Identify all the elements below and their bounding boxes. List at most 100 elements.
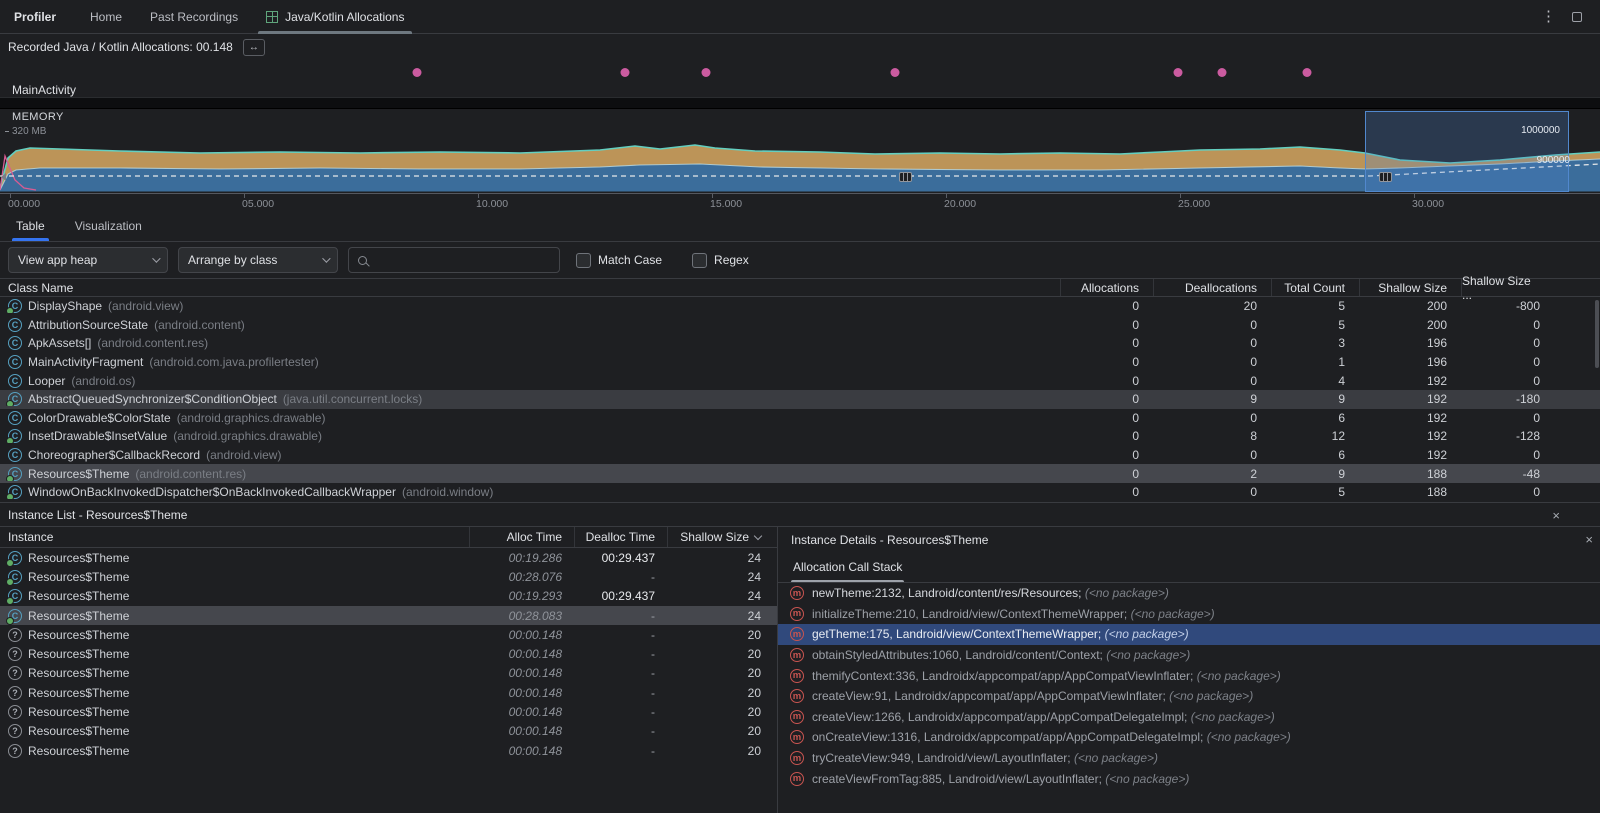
class-table-row[interactable]: WindowOnBackInvokedDispatcher$OnBackInvo… — [0, 483, 1600, 502]
instance-row[interactable]: Resources$Theme00:00.148-20 — [0, 625, 777, 644]
tab-visualization[interactable]: Visualization — [71, 210, 146, 241]
instance-row[interactable]: Resources$Theme00:28.076-24 — [0, 567, 777, 586]
call-stack-frame[interactable]: onCreateView:1316, Landroidx/appcompat/a… — [778, 727, 1600, 748]
tab-past-recordings[interactable]: Past Recordings — [136, 0, 252, 34]
allocation-event-dot[interactable] — [702, 68, 711, 77]
timeline-handle[interactable] — [1379, 172, 1392, 182]
call-stack-frame[interactable]: createView:1266, Landroidx/appcompat/app… — [778, 707, 1600, 728]
class-table-row[interactable]: Resources$Theme(android.content.res)0291… — [0, 464, 1600, 483]
instance-row[interactable]: Resources$Theme00:00.148-20 — [0, 702, 777, 721]
class-table-row[interactable]: ColorDrawable$ColorState(android.graphic… — [0, 409, 1600, 428]
column-total-count[interactable]: Total Count — [1271, 279, 1359, 296]
instance-name: Resources$Theme — [28, 744, 129, 758]
frame-text: onCreateView:1316, Landroidx/appcompat/a… — [812, 730, 1291, 744]
pan-left-icon[interactable] — [1, 173, 6, 181]
regex-label[interactable]: Regex — [714, 253, 749, 267]
regex-checkbox[interactable] — [692, 253, 707, 268]
column-instance[interactable]: Instance — [0, 530, 469, 544]
instance-row[interactable]: Resources$Theme00:00.148-20 — [0, 664, 777, 683]
shallow-size-value: 192 — [1359, 448, 1461, 462]
tab-allocation-call-stack[interactable]: Allocation Call Stack — [791, 552, 904, 582]
instance-row[interactable]: Resources$Theme00:28.083-24 — [0, 606, 777, 625]
instance-name: Resources$Theme — [28, 647, 129, 661]
class-table-row[interactable]: AbstractQueuedSynchronizer$ConditionObje… — [0, 390, 1600, 409]
instance-row[interactable]: Resources$Theme00:19.28600:29.43724 — [0, 548, 777, 567]
shallow-size-delta-value: 0 — [1461, 411, 1600, 425]
match-case-label[interactable]: Match Case — [598, 253, 662, 267]
sort-descending-icon — [754, 531, 762, 539]
tab-java-kotlin-allocations[interactable]: Java/Kotlin Allocations — [252, 0, 418, 34]
search-field[interactable] — [348, 247, 560, 273]
top-bar: Profiler Home Past Recordings Java/Kotli… — [0, 0, 1600, 34]
allocations-value: 0 — [1060, 429, 1153, 443]
call-stack-frame[interactable]: obtainStyledAttributes:1060, Landroid/co… — [778, 645, 1600, 666]
allocation-event-dot[interactable] — [1303, 68, 1312, 77]
memory-chart-svg[interactable] — [0, 140, 1600, 193]
call-stack-frame[interactable]: createViewFromTag:885, Landroid/view/Lay… — [778, 768, 1600, 789]
close-icon[interactable]: × — [1585, 533, 1593, 546]
instance-row[interactable]: Resources$Theme00:00.148-20 — [0, 683, 777, 702]
call-stack-frame[interactable]: initializeTheme:210, Landroid/view/Conte… — [778, 604, 1600, 625]
class-icon — [8, 411, 22, 425]
class-table-row[interactable]: MainActivityFragment(android.com.java.pr… — [0, 353, 1600, 372]
heap-select[interactable]: View app heap — [8, 247, 168, 273]
column-deallocations[interactable]: Deallocations — [1153, 279, 1271, 296]
deallocations-value: 0 — [1153, 448, 1271, 462]
call-stack-frame[interactable]: createView:91, Landroidx/appcompat/app/A… — [778, 686, 1600, 707]
chevron-down-icon — [152, 254, 160, 262]
method-icon — [790, 772, 804, 786]
call-stack-frame[interactable]: getTheme:175, Landroid/view/ContextTheme… — [778, 624, 1600, 645]
class-table-row[interactable]: Choreographer$CallbackRecord(android.vie… — [0, 446, 1600, 465]
close-icon[interactable]: × — [1552, 509, 1560, 522]
dealloc-time-value: - — [574, 570, 667, 584]
class-table-row[interactable]: ApkAssets[](android.content.res)0031960 — [0, 334, 1600, 353]
class-name-cell: AbstractQueuedSynchronizer$ConditionObje… — [0, 392, 1060, 406]
allocation-event-dot[interactable] — [891, 68, 900, 77]
class-table-row[interactable]: DisplayShape(android.view)0205200-800 — [0, 297, 1600, 316]
call-stack-frame[interactable]: newTheme:2132, Landroid/content/res/Reso… — [778, 583, 1600, 604]
allocation-event-dot[interactable] — [1174, 68, 1183, 77]
column-shallow-size-delta[interactable]: Shallow Size ... — [1461, 279, 1600, 296]
instance-name: Resources$Theme — [28, 628, 129, 642]
activity-lifecycle-bar[interactable] — [0, 97, 1600, 109]
column-shallow-size[interactable]: Shallow Size — [1359, 279, 1461, 296]
instance-row[interactable]: Resources$Theme00:19.29300:29.43724 — [0, 587, 777, 606]
allocation-event-dot[interactable] — [1218, 68, 1227, 77]
tab-table[interactable]: Table — [12, 210, 49, 241]
timeline-handle[interactable] — [899, 172, 912, 182]
instance-row[interactable]: Resources$Theme00:00.148-20 — [0, 722, 777, 741]
window-mode-icon[interactable] — [1572, 12, 1582, 22]
deallocations-value: 0 — [1153, 355, 1271, 369]
call-stack-frame[interactable]: tryCreateView:949, Landroid/view/LayoutI… — [778, 748, 1600, 769]
tab-home[interactable]: Home — [76, 0, 136, 34]
column-allocations[interactable]: Allocations — [1060, 279, 1153, 296]
class-table-row[interactable]: InsetDrawable$InsetValue(android.graphic… — [0, 427, 1600, 446]
zoom-to-fit-button[interactable]: ↔ — [243, 39, 265, 56]
frame-package: (<no package>) — [1074, 751, 1158, 765]
kebab-menu-icon[interactable]: ⋮ — [1541, 9, 1556, 24]
class-icon — [8, 570, 22, 584]
timeline-range-selection[interactable]: 1000000 900000 — [1365, 111, 1569, 192]
instance-row[interactable]: Resources$Theme00:00.148-20 — [0, 644, 777, 663]
column-class-name[interactable]: Class Name — [0, 281, 1060, 295]
match-case-checkbox[interactable] — [576, 253, 591, 268]
class-table-row[interactable]: AttributionSourceState(android.content)0… — [0, 316, 1600, 335]
time-axis: 00.00005.00010.00015.00020.00025.00030.0… — [0, 193, 1600, 210]
allocation-event-dot[interactable] — [621, 68, 630, 77]
shallow-size-value: 200 — [1359, 318, 1461, 332]
instance-row[interactable]: Resources$Theme00:00.148-20 — [0, 741, 777, 760]
column-dealloc-time[interactable]: Dealloc Time — [574, 527, 667, 547]
column-alloc-time[interactable]: Alloc Time — [469, 527, 574, 547]
arrange-select[interactable]: Arrange by class — [178, 247, 338, 273]
search-input[interactable] — [374, 253, 550, 267]
column-shallow-size[interactable]: Shallow Size — [667, 527, 777, 547]
frame-package: (<no package>) — [1169, 689, 1253, 703]
total-count-value: 9 — [1271, 467, 1359, 481]
class-table-row[interactable]: Looper(android.os)0041920 — [0, 371, 1600, 390]
allocation-event-dot[interactable] — [413, 68, 422, 77]
memory-axis-max-label: 320 MB — [5, 126, 46, 137]
call-stack-frame[interactable]: themifyContext:336, Landroidx/appcompat/… — [778, 665, 1600, 686]
shallow-size-value: 188 — [1359, 485, 1461, 499]
scrollbar-thumb[interactable] — [1595, 300, 1599, 368]
deallocations-value: 0 — [1153, 336, 1271, 350]
